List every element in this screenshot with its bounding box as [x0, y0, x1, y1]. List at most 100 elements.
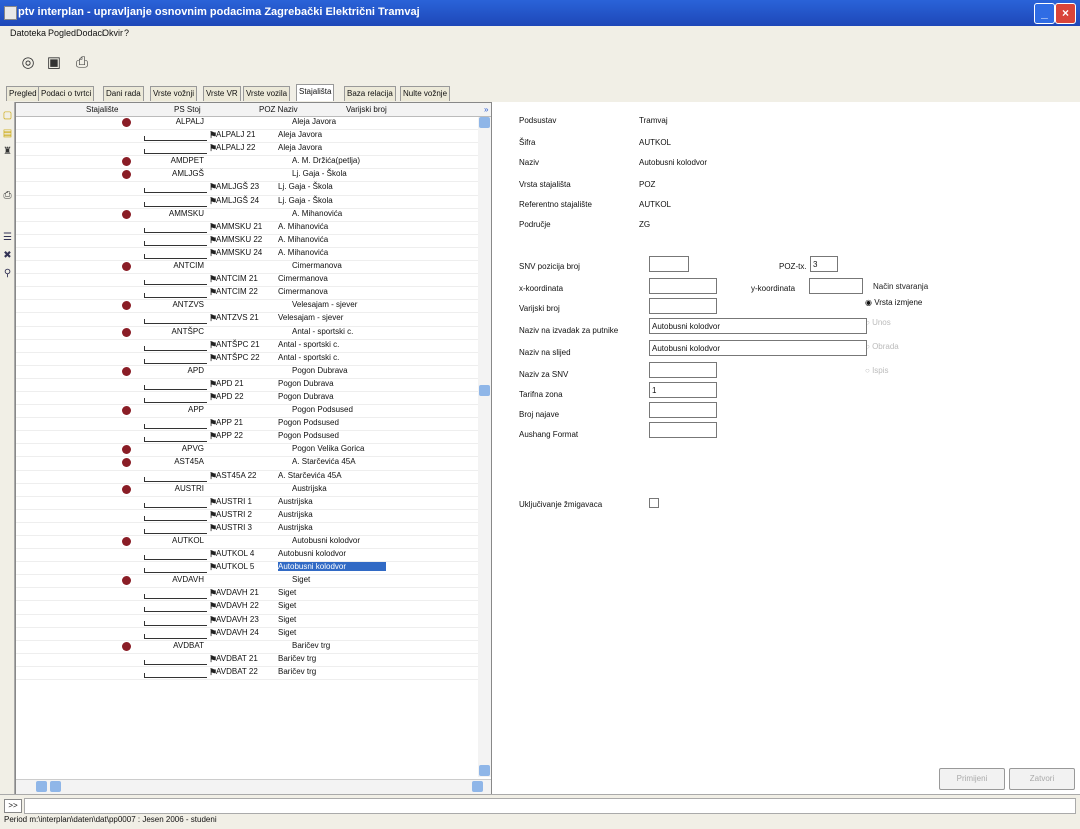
- primijeni-button[interactable]: Primijeni: [939, 768, 1005, 790]
- najava-input[interactable]: [649, 402, 717, 418]
- tab-stajalista[interactable]: Stajališta: [296, 84, 335, 101]
- col-varijski-broj[interactable]: Varijski broj: [346, 105, 387, 114]
- stop-position-row[interactable]: ⚑ AUTKOL 4 Autobusni kolodvor: [16, 549, 478, 563]
- command-input[interactable]: [24, 798, 1076, 814]
- stop-row[interactable]: AMMSKU A. Mihanovića: [16, 209, 478, 222]
- ukljucivanje-checkbox[interactable]: [649, 498, 659, 508]
- scroll-right-icon[interactable]: [50, 781, 61, 792]
- stop-row[interactable]: ANTZVS Velesajam - sjever: [16, 300, 478, 314]
- horizontal-scrollbar[interactable]: [16, 779, 491, 794]
- save-icon[interactable]: ▣: [44, 54, 64, 72]
- print-preview-icon[interactable]: ⎙: [2, 190, 13, 201]
- col-stajaliste[interactable]: Stajalište: [86, 105, 118, 114]
- stop-position-row[interactable]: ⚑ AMMSKU 22 A. Mihanovića: [16, 235, 478, 248]
- tab-vrste-vozila[interactable]: Vrste vozila: [243, 86, 291, 101]
- stop-position-row[interactable]: ⚑ AUSTRI 2 Austrijska: [16, 510, 478, 523]
- print-icon[interactable]: ⎙: [72, 54, 92, 72]
- poztx-input[interactable]: 3: [810, 256, 838, 272]
- stop-position-row[interactable]: ⚑ AVDBAT 21 Baričev trg: [16, 654, 478, 667]
- stop-position-row[interactable]: ⚑ ANTŠPC 21 Antal - sportski c.: [16, 340, 478, 353]
- stop-position-row[interactable]: ⚑ ALPALJ 22 Aleja Javora: [16, 143, 478, 157]
- new-icon[interactable]: ▢: [2, 110, 13, 121]
- tab-nulte-voznje[interactable]: Nulte vožnje: [400, 86, 451, 101]
- stop-row[interactable]: ALPALJ Aleja Javora: [16, 117, 478, 131]
- search-icon[interactable]: ⚲: [2, 268, 13, 279]
- stop-row[interactable]: APP Pogon Podsused: [16, 405, 478, 419]
- tab-vrste-vr[interactable]: Vrste VR: [203, 86, 241, 101]
- stop-row[interactable]: APVG Pogon Velika Gorica: [16, 444, 478, 458]
- command-button[interactable]: >>: [4, 799, 22, 813]
- tarifna-input[interactable]: 1: [649, 382, 717, 398]
- radio-obrada[interactable]: ○ Obrada: [865, 342, 899, 351]
- list-icon[interactable]: ☰: [2, 232, 13, 243]
- scroll-down-icon[interactable]: [479, 765, 490, 776]
- scroll-up-icon[interactable]: [479, 117, 490, 128]
- copy-icon[interactable]: ▤: [2, 128, 13, 139]
- stop-position-row[interactable]: ⚑ ANTCIM 21 Cimermanova: [16, 274, 478, 288]
- stop-position-row[interactable]: ⚑ AVDAVH 24 Siget: [16, 628, 478, 641]
- stop-position-row[interactable]: ⚑ AMLJGŠ 24 Lj. Gaja - Škola: [16, 196, 478, 209]
- scroll-thumb[interactable]: [479, 385, 490, 396]
- scroll-corner-icon[interactable]: [472, 781, 483, 792]
- stop-row[interactable]: ANTŠPC Antal - sportski c.: [16, 327, 478, 340]
- tab-vrste-voznji[interactable]: Vrste vožnji: [150, 86, 198, 101]
- izvadak-input[interactable]: Autobusni kolodvor: [649, 318, 867, 334]
- col-ps-stoj[interactable]: PS Stoj: [174, 105, 201, 114]
- stop-position-row[interactable]: ⚑ APP 22 Pogon Podsused: [16, 431, 478, 445]
- menu-okvir[interactable]: Okvir: [102, 28, 123, 38]
- scroll-left-icon[interactable]: [36, 781, 47, 792]
- nazivsnv-input[interactable]: [649, 362, 717, 378]
- stop-position-row[interactable]: ⚑ APD 22 Pogon Dubrava: [16, 392, 478, 406]
- tab-pregled[interactable]: Pregled: [6, 86, 40, 101]
- stop-row[interactable]: AST45A A. Starčevića 45A: [16, 457, 478, 471]
- stop-row[interactable]: APD Pogon Dubrava: [16, 366, 478, 379]
- stop-position-row[interactable]: ⚑ AVDAVH 23 Siget: [16, 615, 478, 628]
- stop-position-row[interactable]: ⚑ ANTCIM 22 Cimermanova: [16, 287, 478, 301]
- expand-icon[interactable]: »: [484, 105, 488, 114]
- stop-position-row[interactable]: ⚑ AUSTRI 1 Austrijska: [16, 497, 478, 510]
- stop-row[interactable]: AUSTRI Austrijska: [16, 484, 478, 497]
- menu-pogled[interactable]: Pogled: [48, 28, 76, 38]
- stop-position-row[interactable]: ⚑ APP 21 Pogon Podsused: [16, 418, 478, 432]
- stop-position-row[interactable]: ⚑ ALPALJ 21 Aleja Javora: [16, 130, 478, 144]
- stop-position-row[interactable]: ⚑ AMMSKU 24 A. Mihanovića: [16, 248, 478, 262]
- zatvori-button[interactable]: Zatvori: [1009, 768, 1075, 790]
- stop-position-row[interactable]: ⚑ AMLJGŠ 23 Lj. Gaja - Škola: [16, 182, 478, 196]
- stop-row[interactable]: AUTKOL Autobusni kolodvor: [16, 536, 478, 550]
- tab-podaci-o-tvrtci[interactable]: Podaci o tvrtci: [38, 86, 95, 101]
- stop-row[interactable]: AMLJGŠ Lj. Gaja - Škola: [16, 169, 478, 183]
- stop-position-row[interactable]: ⚑ ANTZVS 21 Velesajam - sjever: [16, 313, 478, 327]
- stop-position-row[interactable]: ⚑ ANTŠPC 22 Antal - sportski c.: [16, 353, 478, 366]
- stop-position-row[interactable]: ⚑ AMMSKU 21 A. Mihanovića: [16, 222, 478, 235]
- sljed-input[interactable]: Autobusni kolodvor: [649, 340, 867, 356]
- varijski-input[interactable]: [649, 298, 717, 314]
- stop-position-row[interactable]: ⚑ AVDAVH 21 Siget: [16, 588, 478, 602]
- stop-row[interactable]: AVDBAT Baričev trg: [16, 641, 478, 654]
- vertical-scrollbar[interactable]: [478, 117, 491, 777]
- stop-position-row[interactable]: ⚑ APD 21 Pogon Dubrava: [16, 379, 478, 392]
- delete-icon[interactable]: ✖: [2, 250, 13, 261]
- menu-datoteka[interactable]: Datoteka: [10, 28, 46, 38]
- radio-vrsta-izmjene[interactable]: ◉ Vrsta izmjene: [865, 298, 922, 307]
- stop-position-row[interactable]: ⚑ AUSTRI 3 Austrijska: [16, 523, 478, 536]
- stop-position-row[interactable]: ⚑ AST45A 22 A. Starčevića 45A: [16, 471, 478, 484]
- xkoord-input[interactable]: [649, 278, 717, 294]
- marker-icon[interactable]: ♜: [2, 146, 13, 157]
- radio-unos[interactable]: ○ Unos: [865, 318, 891, 327]
- close-icon[interactable]: ×: [1055, 3, 1076, 24]
- tab-baza-relacija[interactable]: Baza relacija: [344, 86, 396, 101]
- stop-position-row[interactable]: ⚑ AVDBAT 22 Baričev trg: [16, 667, 478, 681]
- menu-dodaci[interactable]: Dodaci: [76, 28, 104, 38]
- menu-help[interactable]: ?: [124, 28, 129, 38]
- stop-row[interactable]: AVDAVH Siget: [16, 575, 478, 589]
- aushang-input[interactable]: [649, 422, 717, 438]
- minimize-icon[interactable]: _: [1034, 3, 1055, 24]
- binoculars-icon[interactable]: ◎: [18, 54, 38, 72]
- stop-row[interactable]: AMDPET A. M. Držića(petlja): [16, 156, 478, 170]
- tab-dani-rada[interactable]: Dani rada: [103, 86, 144, 101]
- stop-row[interactable]: ANTCIM Cimermanova: [16, 261, 478, 275]
- snv-input[interactable]: [649, 256, 689, 272]
- ykoord-input[interactable]: [809, 278, 863, 294]
- stop-position-row[interactable]: ⚑ AUTKOL 5 Autobusni kolodvor: [16, 562, 478, 576]
- radio-ispis[interactable]: ○ Ispis: [865, 366, 889, 375]
